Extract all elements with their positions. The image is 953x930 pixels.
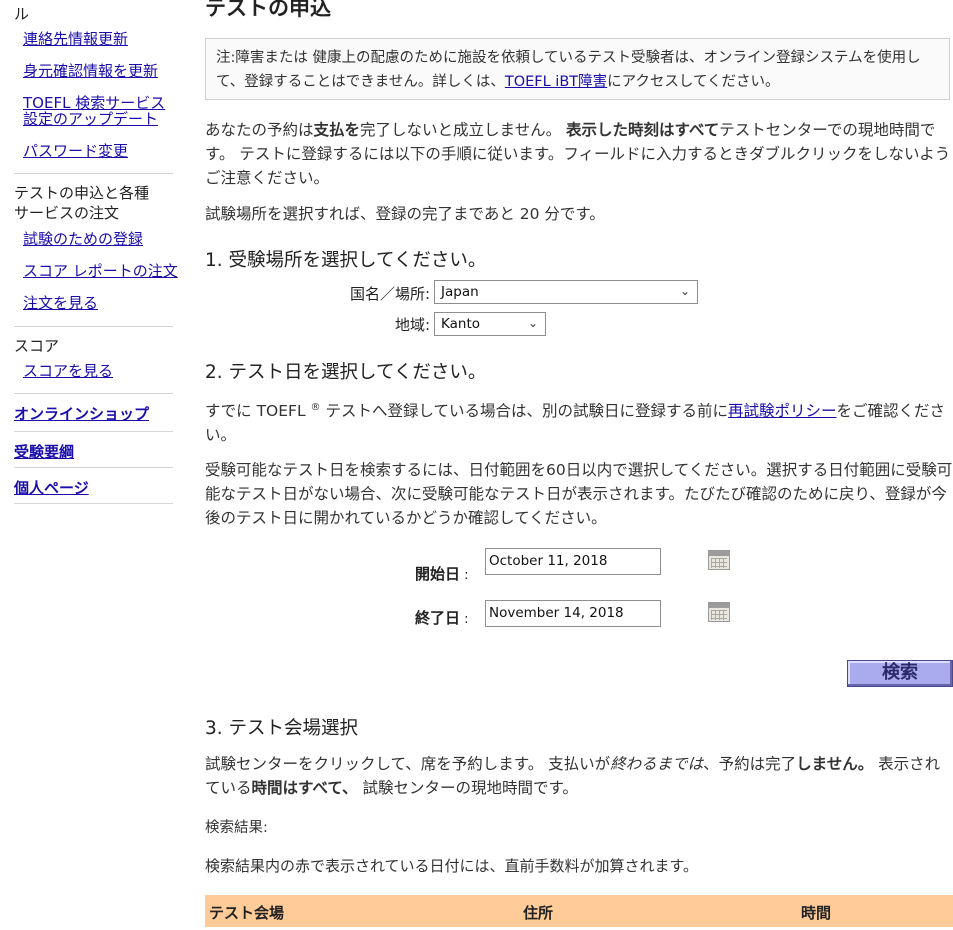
sidebar-divider <box>14 467 173 468</box>
sidebar-link-bulletin[interactable]: 受験要綱 <box>14 441 74 462</box>
sidebar-link-online-shop[interactable]: オンラインショップ <box>14 403 149 424</box>
step2-heading: 2. テスト日を選択してください。 <box>205 362 487 383</box>
page-title: テストの申込 <box>205 0 331 20</box>
sidebar-section-register-line1: テストの申込と各種 <box>14 184 150 202</box>
country-label: 国名／場所: <box>349 285 430 303</box>
sidebar-section-score: スコア <box>14 337 60 355</box>
end-date-label: 終了日 : <box>415 609 469 627</box>
retest-text: テストへ登録している場合は、別の試験日に登録する前に <box>320 402 728 421</box>
toefl-disability-link[interactable]: TOEFL iBT障害 <box>505 74 607 90</box>
center-text: 、予約は完了 <box>703 755 797 773</box>
results-table-header: テスト会場 住所 時間 <box>205 895 953 927</box>
region-select-value: Kanto <box>441 316 480 332</box>
center-emph-not: しません。 <box>796 755 874 773</box>
calendar-icon[interactable] <box>708 602 730 622</box>
sidebar-section-register-line2: サービスの注文 <box>14 204 120 222</box>
chevron-down-icon: ⌄ <box>527 316 538 330</box>
intro-paragraph: あなたの予約は支払を完了しないと成立しません。 表示した時刻はすべてテストセンタ… <box>205 118 953 190</box>
center-text: 試験センターの現地時間です。 <box>357 779 578 797</box>
sidebar-link-password-change[interactable]: パスワード変更 <box>23 143 128 159</box>
table-header-address: 住所 <box>523 904 554 922</box>
table-header-time: 時間 <box>801 904 832 922</box>
search-results-label: 検索結果: <box>205 820 268 836</box>
registered-mark: ® <box>310 402 321 413</box>
region-select[interactable]: Kanto ⌄ <box>434 312 546 336</box>
intro-emph-payment: 支払を <box>313 121 361 139</box>
retest-text: すでに TOEFL <box>205 402 311 421</box>
calendar-icon[interactable] <box>708 550 730 570</box>
start-date-input[interactable]: October 11, 2018 <box>485 548 661 575</box>
sidebar-partial-heading: ル <box>14 5 30 23</box>
sidebar-divider <box>14 173 173 174</box>
center-emph: 終わるまでは <box>610 755 704 773</box>
step3-heading: 3. テスト会場選択 <box>205 718 359 739</box>
region-label: 地域: <box>394 316 430 334</box>
search-button[interactable]: 検索 <box>847 660 953 687</box>
retest-policy-link[interactable]: 再試験ポリシー <box>728 402 837 420</box>
retest-paragraph: すでに TOEFL ® テストへ登録している場合は、別の試験日に登録する前に再試… <box>205 396 953 447</box>
sidebar-link-score-report-order[interactable]: スコア レポートの注文 <box>23 263 178 279</box>
table-header-venue: テスト会場 <box>209 904 285 922</box>
chevron-down-icon: ⌄ <box>679 284 690 298</box>
intro-text: あなたの予約は <box>205 121 314 139</box>
accommodation-notice: 注:障害または 健康上の配慮のために施設を依頼しているテスト受験者は、オンライン… <box>205 38 950 100</box>
sidebar-link-toefl-search-line2[interactable]: 設定のアップデート <box>23 111 158 127</box>
time-remaining-note: 試験場所を選択すれば、登録の完了まであと 20 分です。 <box>205 205 605 223</box>
sidebar-link-test-registration[interactable]: 試験のための登録 <box>23 231 143 247</box>
country-select-value: Japan <box>441 284 479 300</box>
sidebar-divider <box>14 393 173 394</box>
sidebar-link-identity-update[interactable]: 身元確認情報を更新 <box>23 63 158 79</box>
start-date-label: 開始日 : <box>415 565 469 583</box>
sidebar-divider <box>14 503 173 504</box>
notice-text-end: にアクセスしてください。 <box>607 74 780 90</box>
sidebar-divider <box>14 326 173 327</box>
sidebar-link-view-scores[interactable]: スコアを見る <box>23 363 113 379</box>
date-range-note: 受験可能なテスト日を検索するには、日付範囲を60日以内で選択してください。選択す… <box>205 461 953 527</box>
intro-text: 完了しないと成立しません。 <box>360 121 566 139</box>
country-select[interactable]: Japan ⌄ <box>434 280 698 304</box>
end-date-input[interactable]: November 14, 2018 <box>485 600 661 627</box>
center-emph-times: 時間はすべて、 <box>251 779 358 797</box>
step1-heading: 1. 受験場所を選択してください。 <box>205 250 487 271</box>
late-fee-note: 検索結果内の赤で表示されている日付には、直前手数料が加算されます。 <box>205 857 699 875</box>
sidebar-divider <box>14 431 173 432</box>
sidebar-link-personal-page[interactable]: 個人ページ <box>14 477 89 498</box>
sidebar-link-contact-update[interactable]: 連絡先情報更新 <box>23 31 128 47</box>
sidebar-link-toefl-search-line1[interactable]: TOEFL 検索サービス <box>23 95 165 111</box>
center-instructions: 試験センターをクリックして、席を予約します。 支払いが終わるまでは、予約は完了し… <box>205 752 953 800</box>
center-text: 試験センターをクリックして、席を予約します。 支払いが <box>205 755 611 773</box>
intro-emph-times: 表示した時刻はすべて <box>566 121 720 139</box>
sidebar-link-view-orders[interactable]: 注文を見る <box>23 295 98 311</box>
